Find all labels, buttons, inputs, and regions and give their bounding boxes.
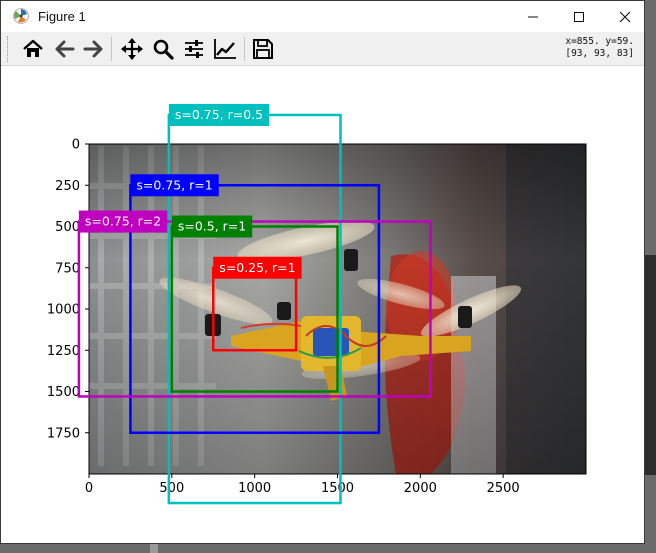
anchor-box-label: s=0.25, r=1	[213, 256, 302, 279]
sliders-icon	[185, 40, 203, 58]
back-button[interactable]	[51, 36, 77, 62]
minimize-button[interactable]	[510, 1, 556, 32]
toolbar-separator	[111, 37, 112, 61]
anchor-box-label-text: s=0.75, r=1	[136, 177, 212, 192]
coords-position: x=855. y=59.	[565, 36, 634, 47]
y-tick-label: 1250	[47, 344, 80, 359]
figure-window: Figure 1 x=855. y=59. [93, 93, 83] 0 500…	[0, 0, 645, 544]
arrow-left-icon	[55, 40, 75, 58]
anchor-box-label-text: s=0.75, r=0.5	[175, 107, 263, 122]
anchor-box-label: s=0.75, r=2	[78, 210, 168, 233]
y-tick-label: 250	[55, 179, 80, 194]
x-tick-label: 2500	[487, 481, 520, 496]
maximize-icon	[574, 11, 584, 22]
x-tick-label: 1000	[238, 481, 271, 496]
y-tick-label: 1500	[47, 385, 80, 400]
x-tick-label: 0	[85, 481, 93, 496]
anchor-box-label: s=0.75, r=1	[130, 174, 219, 197]
y-tick-label: 750	[55, 261, 80, 276]
zoom-button[interactable]	[150, 36, 176, 62]
toolbar-separator	[244, 37, 245, 61]
pan-button[interactable]	[119, 36, 145, 62]
magnifier-icon	[153, 39, 174, 60]
matplotlib-icon	[13, 8, 29, 24]
cursor-coordinates: x=855. y=59. [93, 93, 83]	[565, 36, 634, 60]
y-tick-label: 500	[55, 220, 80, 235]
background-window-edge	[150, 544, 158, 553]
x-tick-label: 1500	[321, 481, 354, 496]
toolbar-grip[interactable]	[7, 36, 11, 62]
home-button[interactable]	[20, 36, 46, 62]
save-button[interactable]	[250, 36, 276, 62]
minimize-icon	[528, 16, 538, 17]
anchor-box-label-text: s=0.25, r=1	[219, 260, 295, 275]
navigation-toolbar: x=855. y=59. [93, 93, 83]	[1, 32, 644, 66]
anchor-box-label: s=0.75, r=0.5	[168, 103, 270, 126]
anchor-box-label-text: s=0.75, r=2	[85, 214, 161, 229]
figure-canvas[interactable]: 0 500 1000 1500 2000 2500 0 250 500 750 1000 1250 15…	[1, 66, 644, 544]
maximize-button[interactable]	[556, 1, 602, 32]
arrow-right-icon	[83, 40, 103, 58]
title-bar[interactable]: Figure 1	[1, 1, 644, 32]
x-tick-label: 2000	[404, 481, 437, 496]
coords-pixel-value: [93, 93, 83]	[565, 48, 634, 59]
floppy-disk-icon	[253, 39, 273, 59]
close-button[interactable]	[602, 1, 648, 32]
y-tick-label: 0	[72, 138, 80, 153]
y-tick-label: 1750	[47, 426, 80, 441]
close-icon	[619, 11, 631, 22]
anchor-box-label-text: s=0.5, r=1	[178, 219, 246, 234]
anchor-box-label: s=0.5, r=1	[171, 215, 253, 238]
x-tick-label: 500	[159, 481, 184, 496]
line-chart-icon	[214, 39, 236, 59]
forward-button[interactable]	[81, 36, 107, 62]
move-icon	[121, 38, 143, 60]
y-tick-label: 1000	[47, 303, 80, 318]
edit-axis-button[interactable]	[212, 36, 238, 62]
configure-subplots-button[interactable]	[181, 36, 207, 62]
home-icon	[23, 39, 43, 57]
window-title: Figure 1	[38, 9, 86, 24]
background-window-edge	[645, 255, 656, 475]
